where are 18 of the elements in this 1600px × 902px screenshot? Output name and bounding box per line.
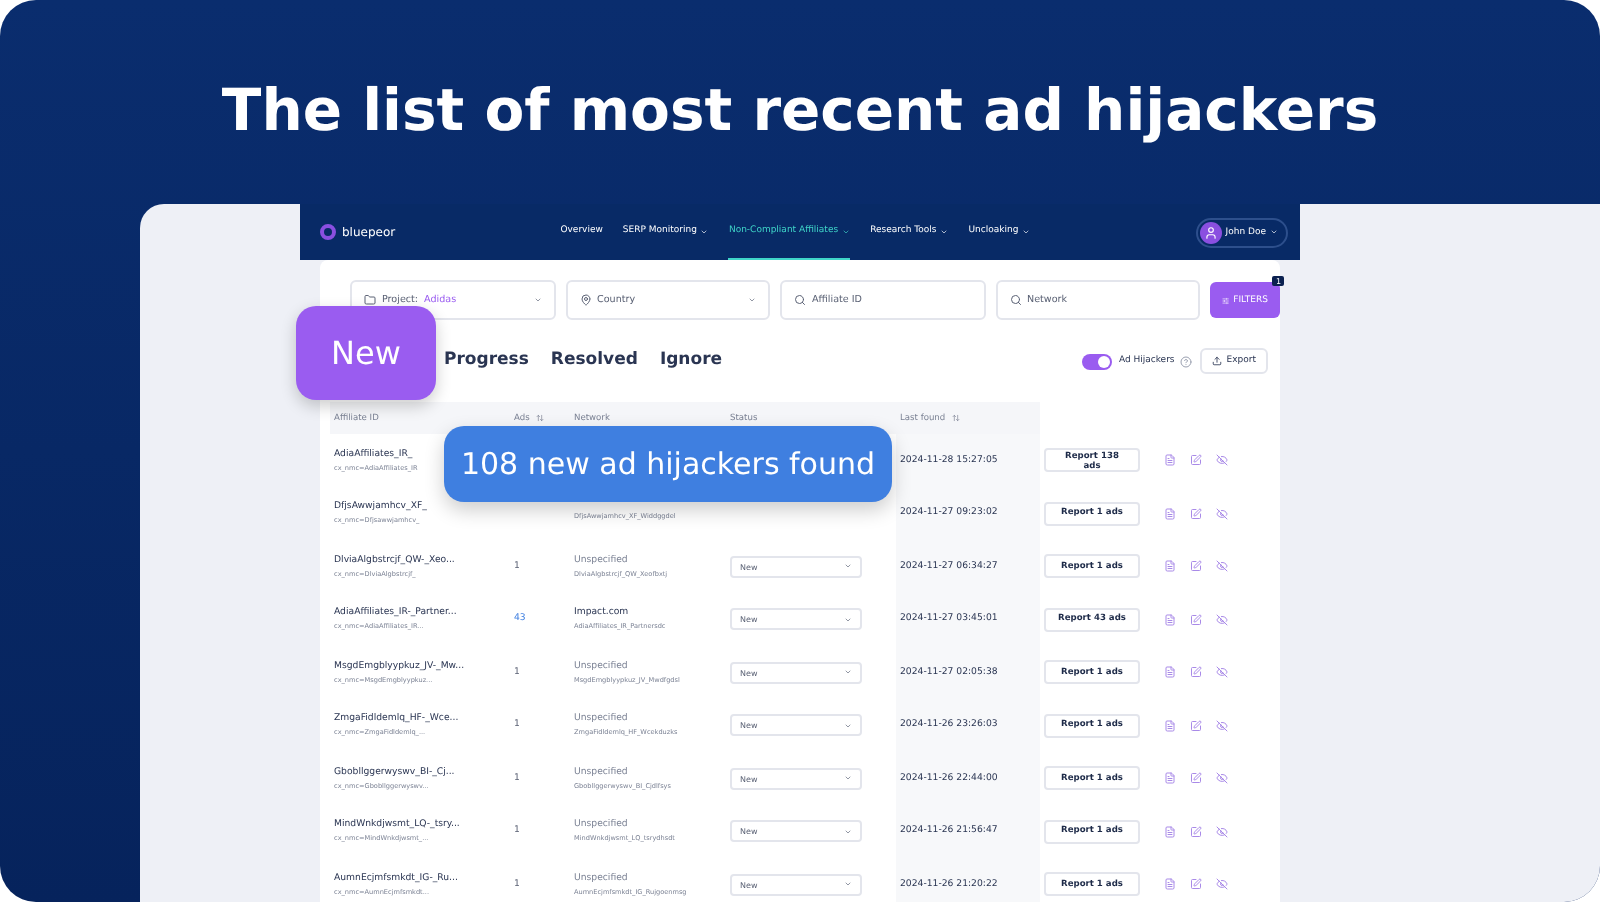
help-icon[interactable] [1180, 355, 1193, 367]
headline: The list of most recent ad hijackers [219, 74, 1381, 148]
search-icon [794, 294, 806, 306]
status-tab[interactable]: Resolved [550, 349, 638, 373]
folder-icon [364, 294, 376, 306]
sort-icon[interactable] [951, 414, 960, 422]
search-icon [1009, 294, 1021, 306]
upload-icon [1212, 356, 1223, 366]
toggle-switch[interactable] [1082, 353, 1113, 369]
status-tab[interactable]: Progress [444, 349, 529, 373]
sliders-icon [1222, 295, 1230, 305]
map-pin-icon [579, 294, 591, 306]
new-label-tooltip: New [296, 306, 436, 400]
logo-icon [320, 224, 336, 240]
avatar-icon [1199, 221, 1222, 243]
message-tooltip: 108 new ad hijackers found [444, 426, 892, 502]
sort-icon[interactable] [535, 414, 544, 422]
status-tab[interactable]: Ignore [659, 349, 723, 373]
